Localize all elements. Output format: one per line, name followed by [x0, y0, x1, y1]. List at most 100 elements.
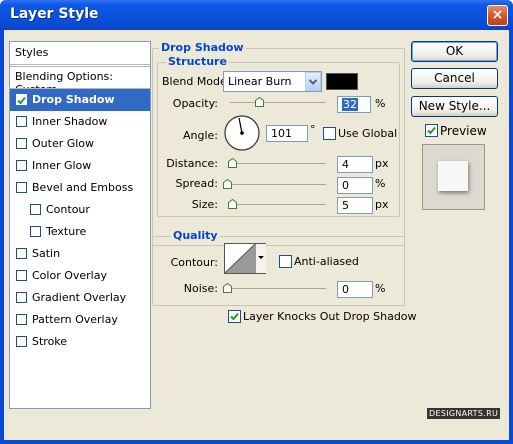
- style-item-inner-glow[interactable]: Inner Glow: [10, 155, 150, 177]
- style-item-texture[interactable]: Texture: [10, 221, 150, 243]
- color-overlay-checkbox[interactable]: [16, 270, 27, 281]
- spread-input[interactable]: 0: [337, 177, 373, 194]
- opacity-input[interactable]: 32: [337, 96, 371, 113]
- noise-input[interactable]: 0: [337, 281, 373, 298]
- opacity-unit: %: [375, 97, 386, 110]
- checkmark-icon: [427, 126, 436, 135]
- style-item-gradient-overlay[interactable]: Gradient Overlay: [10, 287, 150, 309]
- inner-glow-checkbox[interactable]: [16, 160, 27, 171]
- satin-checkbox[interactable]: [16, 248, 27, 259]
- style-item-label: Inner Glow: [32, 159, 92, 172]
- style-item-label: Inner Shadow: [32, 115, 108, 128]
- noise-label: Noise:: [183, 282, 218, 295]
- contour-preview-icon: [225, 244, 255, 273]
- inner-shadow-checkbox[interactable]: [16, 116, 27, 127]
- dialog-body: Styles Blending Options: Custom Drop Sha…: [4, 30, 509, 440]
- style-item-label: Outer Glow: [32, 137, 95, 150]
- style-item-satin[interactable]: Satin: [10, 243, 150, 265]
- size-slider-thumb[interactable]: [228, 199, 237, 209]
- spread-unit: %: [375, 177, 386, 190]
- opacity-slider[interactable]: [230, 102, 326, 103]
- use-global-light-label: Use Global Lig: [338, 127, 398, 140]
- stroke-checkbox[interactable]: [16, 336, 27, 347]
- noise-value: 0: [342, 283, 349, 296]
- close-button[interactable]: ×: [487, 5, 508, 26]
- style-item-blending-options[interactable]: Blending Options: Custom: [10, 66, 150, 96]
- spread-slider[interactable]: [228, 184, 326, 185]
- opacity-slider-thumb[interactable]: [255, 97, 264, 107]
- style-item-label: Bevel and Emboss: [32, 181, 134, 194]
- shadow-color-swatch[interactable]: [326, 73, 358, 90]
- contour-checkbox[interactable]: [30, 204, 41, 215]
- chevron-down-icon[interactable]: [305, 72, 321, 91]
- opacity-value: 32: [342, 98, 358, 111]
- distance-slider[interactable]: [230, 163, 326, 164]
- style-item-label: Pattern Overlay: [32, 313, 118, 326]
- pattern-overlay-checkbox[interactable]: [16, 314, 27, 325]
- size-input[interactable]: 5: [337, 197, 373, 214]
- opacity-label: Opacity:: [172, 97, 218, 110]
- style-item-stroke[interactable]: Stroke: [10, 331, 150, 353]
- style-item-outer-glow[interactable]: Outer Glow: [10, 133, 150, 155]
- drop-shadow-checkbox[interactable]: [16, 94, 27, 105]
- blend-mode-value: Linear Burn: [228, 75, 292, 88]
- gradient-overlay-checkbox[interactable]: [16, 292, 27, 303]
- size-slider[interactable]: [230, 204, 326, 205]
- bevel-emboss-checkbox[interactable]: [16, 182, 27, 193]
- angle-label: Angle:: [182, 129, 218, 142]
- styles-header[interactable]: Styles: [10, 42, 150, 64]
- style-item-pattern-overlay[interactable]: Pattern Overlay: [10, 309, 150, 331]
- quality-title: Quality: [171, 229, 220, 242]
- style-item-label: Drop Shadow: [32, 93, 115, 106]
- style-item-label: Gradient Overlay: [32, 291, 127, 304]
- use-global-light-checkbox[interactable]: [323, 127, 336, 140]
- knockout-label: Layer Knocks Out Drop Shadow: [243, 310, 417, 323]
- texture-checkbox[interactable]: [30, 226, 41, 237]
- distance-unit: px: [375, 157, 389, 170]
- checkmark-icon: [230, 312, 239, 321]
- outer-glow-checkbox[interactable]: [16, 138, 27, 149]
- noise-slider-thumb[interactable]: [223, 283, 232, 293]
- style-item-label: Color Overlay: [32, 269, 107, 282]
- style-item-label: Satin: [32, 247, 61, 260]
- drop-shadow-title: Drop Shadow: [159, 41, 246, 54]
- style-item-color-overlay[interactable]: Color Overlay: [10, 265, 150, 287]
- size-label: Size:: [191, 198, 218, 211]
- spread-value: 0: [342, 179, 349, 192]
- preview-checkbox[interactable]: [425, 124, 438, 137]
- watermark: DESIGNARTS.RU: [427, 408, 501, 419]
- style-item-bevel-and-emboss[interactable]: Bevel and Emboss: [10, 177, 150, 199]
- style-item-inner-shadow[interactable]: Inner Shadow: [10, 111, 150, 133]
- checkmark-icon: [17, 96, 26, 105]
- size-unit: px: [375, 198, 389, 211]
- layer-style-dialog: Layer Style × Styles Blending Options: C…: [0, 0, 513, 444]
- title-bar[interactable]: Layer Style ×: [0, 0, 513, 30]
- spread-label: Spread:: [175, 177, 218, 190]
- blend-mode-select[interactable]: Linear Burn: [223, 71, 322, 92]
- style-item-label: Contour: [46, 203, 90, 216]
- angle-unit: °: [310, 123, 316, 136]
- distance-label: Distance:: [166, 157, 218, 170]
- ok-button[interactable]: OK: [411, 41, 498, 62]
- distance-slider-thumb[interactable]: [228, 158, 237, 168]
- angle-input[interactable]: 101: [266, 125, 308, 142]
- style-item-contour[interactable]: Contour: [10, 199, 150, 221]
- angle-dial[interactable]: [223, 114, 261, 152]
- structure-title: Structure: [166, 55, 229, 68]
- noise-slider[interactable]: [228, 288, 326, 289]
- chevron-down-icon[interactable]: [255, 244, 266, 273]
- contour-picker[interactable]: [224, 243, 266, 274]
- distance-value: 4: [342, 158, 349, 171]
- anti-aliased-label: Anti-aliased: [294, 255, 359, 268]
- style-item-label: Texture: [46, 225, 87, 238]
- new-style-button[interactable]: New Style...: [411, 96, 498, 117]
- cancel-button[interactable]: Cancel: [411, 68, 498, 89]
- spread-slider-thumb[interactable]: [223, 179, 232, 189]
- distance-input[interactable]: 4: [337, 156, 373, 173]
- style-preview: [422, 144, 485, 210]
- styles-list: Styles Blending Options: Custom Drop Sha…: [9, 41, 151, 409]
- anti-aliased-checkbox[interactable]: [279, 255, 292, 268]
- style-item-drop-shadow[interactable]: Drop Shadow: [10, 89, 150, 111]
- knockout-checkbox[interactable]: [228, 310, 241, 323]
- preview-swatch: [438, 161, 468, 191]
